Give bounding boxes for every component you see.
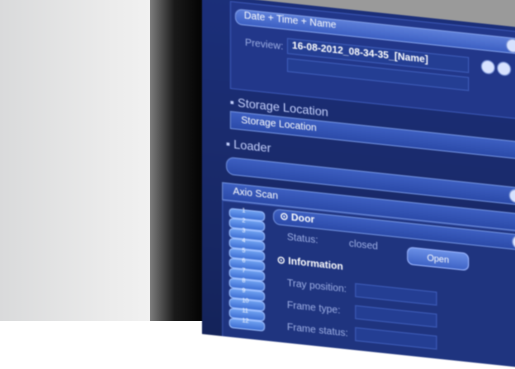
axio-scan-panel: 1 2 3 4 5 6 7 8 9 10 11 12 ⊙ Door Status… [222, 200, 515, 369]
frame-status-label: Frame status: [287, 321, 349, 340]
information-title: ⊙ Information [277, 254, 344, 273]
loader-heading: ▪ Loader [226, 136, 271, 156]
preview-label: Preview: [245, 37, 284, 53]
door-title: ⊙ Door [280, 211, 315, 226]
storage-location-bar-label: Storage Location [241, 115, 317, 135]
settings-icon[interactable] [497, 61, 511, 77]
tray-position-label: Tray position: [287, 277, 347, 296]
collapse-icon[interactable] [509, 188, 515, 204]
open-door-button[interactable]: Open [407, 246, 469, 272]
reset-icon[interactable] [481, 59, 495, 75]
frame-type-value [355, 305, 437, 328]
tray-position-value [355, 283, 437, 306]
frame-type-label: Frame type: [287, 299, 341, 317]
storage-location-bar[interactable]: Storage Location [230, 110, 515, 161]
door-status-value: closed [349, 238, 378, 253]
axio-scan-tab-label: Axio Scan [233, 186, 279, 202]
chevron-down-icon[interactable] [506, 37, 515, 54]
software-screen: Date + Time + Name Preview: 16-08-2012_0… [202, 0, 515, 369]
frame-status-value [355, 327, 437, 350]
naming-pattern-label: Date + Time + Name [244, 10, 337, 32]
door-status-label: Status: [287, 231, 319, 247]
